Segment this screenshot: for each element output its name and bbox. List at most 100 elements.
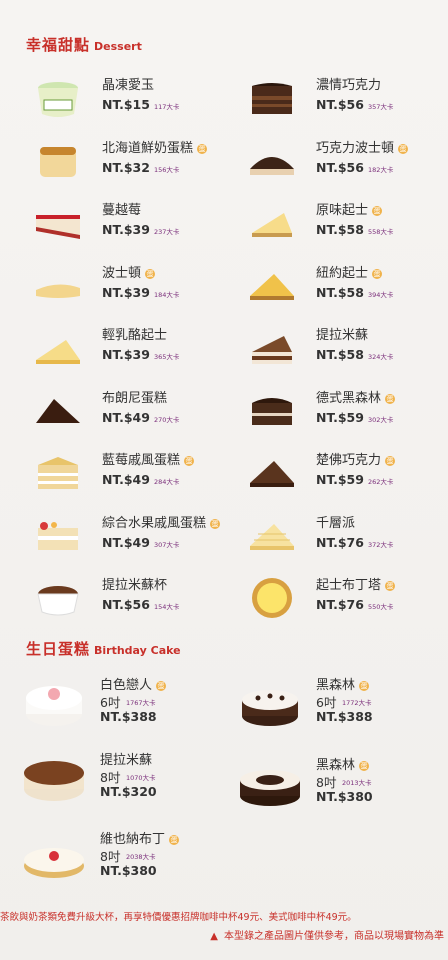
dessert-item: 提拉米蘇杯 NT.$56 154大卡 — [30, 570, 250, 628]
dessert-name: 波士頓蛋 — [102, 262, 156, 281]
blueberry-chiffon-icon — [30, 447, 86, 497]
dessert-name: 原味起士蛋 — [316, 199, 383, 218]
dessert-name-text: 藍莓戚風蛋糕 — [102, 453, 181, 468]
birthday-kcal: 1070大卡 — [126, 774, 156, 782]
dessert-name-text: 濃情巧克力 — [316, 78, 382, 93]
dessert-kcal: 182大卡 — [368, 165, 394, 174]
badge-icon: 蛋 — [372, 268, 383, 279]
dessert-kcal: 550大卡 — [368, 603, 394, 611]
dessert-name: 蔓越莓 — [102, 199, 141, 218]
dessert-name-text: 布朗尼蛋糕 — [102, 390, 168, 406]
dessert-name-text: 波士頓 — [102, 265, 142, 281]
truffle-chocolate-icon — [244, 447, 300, 497]
dessert-kcal: 372大卡 — [368, 540, 394, 549]
white-lover-cake-icon — [22, 672, 86, 732]
dessert-item: 紐約起士蛋 NT.$58 394大卡 — [244, 258, 448, 316]
dessert-name-text: 提拉米蘇 — [316, 328, 369, 343]
dessert-name-text: 紐約起士 — [316, 265, 369, 281]
chocolate-cake-icon — [244, 72, 300, 122]
dessert-item: 濃情巧克力 NT.$56 357大卡 — [244, 70, 448, 128]
dessert-name: 濃情巧克力 — [316, 74, 381, 93]
dessert-price: NT.$56 — [102, 597, 150, 612]
dessert-price: NT.$58 — [316, 347, 364, 362]
birthday-item: 黑森林蛋 8吋 2013大卡 NT.$380 — [238, 752, 448, 832]
badge-icon: 蛋 — [372, 206, 383, 216]
dessert-name-text: 輕乳酪起士 — [102, 328, 168, 343]
dessert-price: NT.$49 — [102, 409, 150, 425]
birthday-kcal: 2038大卡 — [126, 853, 156, 861]
badge-icon: 蛋 — [359, 761, 370, 771]
badge-icon: 蛋 — [385, 581, 396, 591]
birthday-name: 黑森林蛋 — [316, 754, 370, 773]
dessert-price: NT.$39 — [102, 284, 150, 300]
birthday-kcal: 1767大卡 — [126, 699, 156, 707]
dessert-price: NT.$15 — [102, 97, 150, 112]
birthday-title-zh: 生日蛋糕 — [26, 640, 91, 658]
dessert-name: 楚佛巧克力蛋 — [316, 449, 396, 468]
dessert-name: 輕乳酪起士 — [102, 324, 167, 343]
fruit-chiffon-icon — [30, 510, 86, 560]
dessert-kcal: 302大卡 — [368, 415, 394, 424]
dessert-item: 晶凍愛玉 NT.$15 117大卡 — [30, 70, 250, 128]
dessert-name: 提拉米蘇 — [316, 324, 368, 343]
dessert-price: NT.$39 — [102, 222, 150, 237]
dessert-name: 德式黑森林蛋 — [316, 387, 396, 406]
dessert-price: NT.$59 — [316, 409, 364, 425]
footer-note-upgrade: 茶飲與奶茶類免費升級大杯，再享特價優惠招牌咖啡中杯49元、美式咖啡中杯49元。 — [0, 912, 357, 923]
badge-icon: 蛋 — [156, 681, 167, 691]
warning-icon: ▲ — [210, 931, 218, 942]
dessert-kcal: 284大卡 — [154, 478, 180, 486]
dessert-kcal: 324大卡 — [368, 353, 394, 361]
dessert-name-text: 綜合水果戚風蛋糕 — [102, 515, 207, 531]
dessert-name-text: 蔓越莓 — [102, 203, 142, 218]
new-york-cheesecake-icon — [244, 260, 300, 310]
dessert-kcal: 156大卡 — [154, 165, 180, 174]
dessert-name: 起士布丁塔蛋 — [316, 574, 396, 593]
birthday-item: 白色戀人蛋 6吋 1767大卡 NT.$388 — [22, 672, 242, 752]
cranberry-cake-icon — [30, 197, 86, 247]
dessert-item: 輕乳酪起士 NT.$39 365大卡 — [30, 320, 250, 378]
dessert-price: NT.$49 — [102, 472, 150, 487]
birthday-title-en: Birthday Cake — [94, 644, 181, 657]
chocolate-boston-icon — [244, 135, 300, 185]
dessert-item: 原味起士蛋 NT.$58 558大卡 — [244, 195, 448, 253]
dessert-title-zh: 幸福甜點 — [26, 36, 91, 54]
dessert-item: 藍莓戚風蛋糕蛋 NT.$49 284大卡 — [30, 445, 250, 503]
dessert-item: 起士布丁塔蛋 NT.$76 550大卡 — [244, 570, 448, 628]
dessert-item: 北海道鮮奶蛋糕蛋 NT.$32 156大卡 — [30, 133, 250, 191]
birthday-kcal: 2013大卡 — [342, 779, 372, 787]
badge-icon: 蛋 — [169, 835, 180, 845]
dessert-kcal: 154大卡 — [154, 603, 180, 611]
dessert-price: NT.$58 — [316, 222, 364, 237]
dessert-price: NT.$56 — [316, 159, 364, 175]
birthday-name-text: 白色戀人 — [100, 678, 153, 693]
dessert-name-text: 提拉米蘇杯 — [102, 578, 168, 593]
tiramisu-cup-icon — [30, 572, 86, 622]
dessert-price: NT.$49 — [102, 534, 150, 550]
dessert-name: 提拉米蘇杯 — [102, 574, 167, 593]
dessert-name-text: 晶凍愛玉 — [102, 78, 155, 93]
birthday-name: 提拉米蘇 — [100, 749, 152, 768]
badge-icon: 蛋 — [385, 393, 396, 404]
dessert-name: 千層派 — [316, 512, 355, 531]
birthday-name: 維也納布丁蛋 — [100, 828, 180, 847]
dessert-section-title: 幸福甜點 Dessert — [26, 34, 142, 55]
dessert-name-text: 原味起士 — [316, 203, 369, 218]
badge-icon: 蛋 — [385, 456, 396, 466]
birthday-price: NT.$320 — [100, 784, 157, 799]
dessert-kcal: 237大卡 — [154, 228, 180, 236]
boston-cake-icon — [30, 260, 86, 310]
dessert-name: 綜合水果戚風蛋糕蛋 — [102, 512, 221, 531]
dessert-item: 蔓越莓 NT.$39 237大卡 — [30, 195, 250, 253]
dessert-price: NT.$56 — [316, 97, 364, 112]
dessert-kcal: 365大卡 — [154, 353, 180, 361]
dessert-kcal: 357大卡 — [368, 103, 394, 111]
dessert-name: 藍莓戚風蛋糕蛋 — [102, 449, 195, 468]
dessert-name-text: 巧克力波士頓 — [316, 140, 395, 156]
dessert-kcal: 558大卡 — [368, 228, 394, 236]
dessert-title-en: Dessert — [94, 40, 142, 53]
badge-icon: 蛋 — [184, 456, 195, 466]
birthday-price: NT.$388 — [100, 709, 157, 724]
black-forest-slice-icon — [244, 385, 300, 435]
birthday-name-text: 提拉米蘇 — [100, 753, 153, 768]
